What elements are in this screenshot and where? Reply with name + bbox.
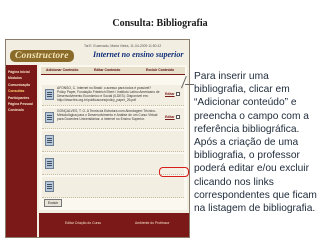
sidebar-footer	[6, 210, 37, 237]
sidebar-item-home[interactable]: Página Inicial	[8, 70, 37, 74]
app-screenshot: Tai E. Eusevado, Maria Vieira, 11-04-200…	[5, 39, 190, 238]
sidebar-item-modules[interactable]: Módulos	[8, 76, 37, 80]
footer-bar: Editar Criação do Curso Ambiente do Prof…	[39, 213, 189, 237]
toolbar: Adicionar Conteúdo Editar Conteúdo Exclu…	[41, 67, 185, 75]
list-item	[42, 131, 184, 152]
delete-button[interactable]: Excluir	[44, 199, 63, 207]
list-item	[42, 177, 184, 198]
list-item: GONÇALVES, T. G. A Teoria da Estrutura c…	[42, 108, 184, 129]
main-panel: Adicionar Conteúdo Editar Conteúdo Exclu…	[39, 65, 187, 210]
sidebar: Página Inicial Módulos Comunicação Consu…	[6, 65, 37, 212]
sidebar-item-participants[interactable]: Participantes	[8, 96, 37, 100]
app-logo: Constructore	[10, 50, 74, 62]
select-checkbox[interactable]	[176, 92, 180, 96]
sidebar-item-content[interactable]: Conteúdo	[8, 108, 37, 112]
edit-link[interactable]: Editar	[165, 92, 175, 96]
document-icon	[45, 135, 54, 146]
edit-course-link[interactable]: Editar Criação do Curso	[65, 221, 101, 225]
sidebar-item-personal-page[interactable]: Página Pessoal	[8, 102, 37, 106]
callout-connector	[185, 84, 194, 85]
add-content-button[interactable]: Adicionar Conteúdo	[46, 68, 78, 72]
sidebar-item-consultas[interactable]: Consultas	[8, 89, 37, 93]
teacher-environment-link[interactable]: Ambiente do Professor	[135, 221, 170, 225]
course-title: Internet no ensino superior	[93, 50, 184, 59]
highlight-circle	[159, 167, 189, 177]
delete-content-button[interactable]: Excluir Conteúdo	[146, 68, 174, 72]
edit-link[interactable]: Editar	[165, 115, 175, 119]
slide-title: Consulta: Bibliografia	[112, 18, 208, 29]
document-icon	[45, 89, 54, 100]
bibliography-reference: AFONSO, C. Internet no Brasil: o acesso …	[57, 86, 160, 102]
select-checkbox[interactable]	[176, 115, 180, 119]
bibliography-reference: GONÇALVES, T. G. A Teoria da Estrutura c…	[57, 109, 158, 121]
document-icon	[45, 158, 54, 169]
document-icon	[45, 181, 54, 192]
document-icon	[45, 112, 54, 123]
edit-content-button[interactable]: Editar Conteúdo	[94, 68, 120, 72]
sidebar-item-communication[interactable]: Comunicação	[8, 83, 37, 87]
list-item: AFONSO, C. Internet no Brasil: o acesso …	[42, 85, 184, 106]
instruction-text: Para inserir uma bibliografia, clicar em…	[194, 71, 317, 215]
user-meta: Tai E. Eusevado, Maria Vieira, 11-04-200…	[84, 44, 162, 48]
